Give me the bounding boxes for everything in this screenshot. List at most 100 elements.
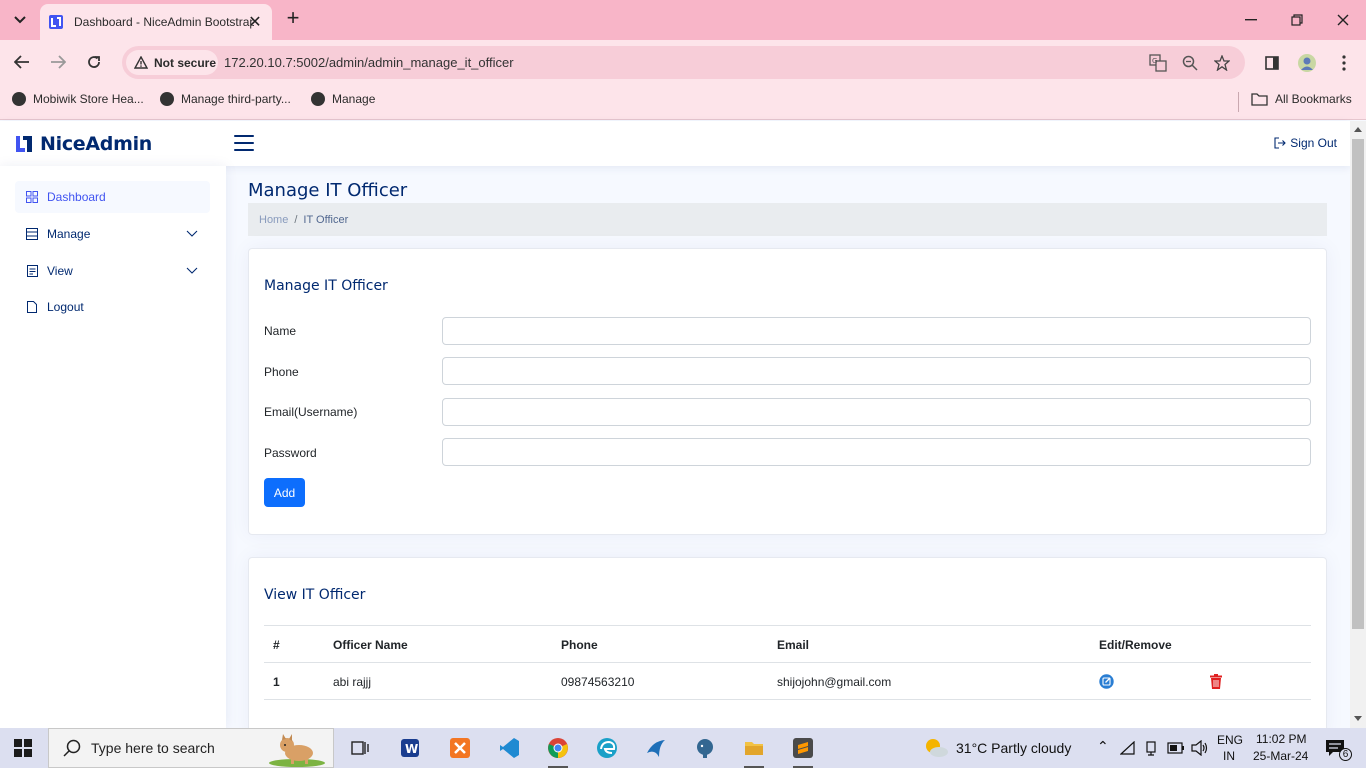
scroll-thumb[interactable] [1352, 139, 1364, 629]
phone-label: Phone [264, 365, 299, 379]
zoom-icon[interactable] [1180, 53, 1200, 73]
url-text[interactable]: 172.20.10.7:5002/admin/admin_manage_it_o… [224, 55, 514, 70]
breadcrumb-home-link[interactable]: Home [259, 214, 288, 226]
tray-chevron-up-icon[interactable]: ⌃ [1097, 738, 1109, 755]
sidebar-item-logout[interactable]: Logout [15, 291, 210, 323]
reload-button[interactable] [82, 50, 106, 74]
address-bar[interactable]: Not secure 172.20.10.7:5002/admin/admin_… [122, 46, 1245, 79]
breadcrumb-separator: / [294, 213, 298, 226]
security-label: Not secure [154, 55, 217, 70]
officer-email: shijojohn@gmail.com [777, 675, 892, 689]
bookmark-item[interactable]: Manage third-party... [160, 92, 291, 106]
column-header: Email [777, 638, 810, 652]
sublime-text-app-icon[interactable] [789, 734, 817, 768]
search-placeholder: Type here to search [91, 740, 215, 756]
profile-avatar[interactable] [1296, 52, 1318, 74]
toggle-sidebar-icon[interactable] [234, 135, 254, 153]
scroll-up-icon[interactable] [1354, 127, 1362, 132]
password-field[interactable] [442, 438, 1311, 466]
name-field[interactable] [442, 317, 1311, 345]
side-panel-icon[interactable] [1261, 52, 1283, 74]
language-indicator[interactable]: ENG [1217, 733, 1243, 747]
taskbar-search-input[interactable]: Type here to search [48, 728, 334, 768]
windows-start-icon[interactable] [14, 739, 32, 757]
sidebar: Dashboard Manage View Logout [0, 166, 226, 728]
edge-app-icon[interactable] [593, 734, 621, 762]
edit-icon[interactable] [1099, 674, 1114, 692]
bookmark-label: Mobiwik Store Hea... [33, 92, 144, 106]
browser-tab[interactable]: Dashboard - NiceAdmin Bootstrap ✕ [40, 4, 272, 40]
sidebar-item-label: View [47, 264, 73, 278]
officer-phone: 09874563210 [561, 675, 635, 689]
globe-icon [311, 92, 325, 106]
bookmark-item[interactable]: Manage [311, 92, 375, 106]
task-view-icon[interactable] [346, 734, 374, 762]
bookmark-star-icon[interactable] [1212, 53, 1232, 73]
search-icon [63, 739, 81, 757]
table-row: 1 abi rajjj 09874563210 shijojohn@gmail.… [264, 663, 1311, 700]
file-explorer-app-icon[interactable] [740, 734, 768, 768]
browser-toolbar: Not secure 172.20.10.7:5002/admin/admin_… [0, 40, 1366, 84]
column-header: Edit/Remove [1099, 638, 1172, 652]
email-field[interactable] [442, 398, 1311, 426]
bookmarks-bar: Mobiwik Store Hea... Manage third-party.… [0, 84, 1366, 120]
xampp-app-icon[interactable] [446, 734, 474, 762]
vscode-app-icon[interactable] [495, 734, 523, 762]
weather-text[interactable]: 31°C Partly cloudy [956, 740, 1071, 756]
security-chip[interactable]: Not secure [126, 50, 218, 75]
volume-icon[interactable] [1191, 740, 1209, 756]
niceadmin-favicon-icon [49, 15, 63, 29]
all-bookmarks-button[interactable]: All Bookmarks [1251, 92, 1352, 106]
add-button[interactable]: Add [264, 478, 305, 507]
sign-out-link[interactable]: Sign Out [1274, 136, 1337, 150]
translate-icon[interactable]: G [1148, 53, 1168, 73]
globe-icon [160, 92, 174, 106]
phone-field[interactable] [442, 357, 1311, 385]
mysql-workbench-app-icon[interactable] [642, 734, 670, 762]
chrome-app-icon[interactable] [544, 734, 572, 768]
tab-close-icon[interactable]: ✕ [246, 13, 264, 31]
chevron-down-icon [186, 267, 198, 274]
chevron-down-icon [186, 230, 198, 237]
officer-name: abi rajjj [333, 675, 372, 689]
app-header: NiceAdmin Sign Out [0, 121, 1350, 166]
bookmark-label: Manage third-party... [181, 92, 291, 106]
network-icon[interactable] [1120, 741, 1136, 755]
logo[interactable]: NiceAdmin [14, 133, 152, 155]
table-header: # Officer Name Phone Email Edit/Remove [264, 625, 1311, 663]
word-app-icon[interactable]: W [396, 734, 424, 762]
manage-officer-card: Manage IT Officer Name Phone Email(Usern… [248, 248, 1327, 535]
page-scrollbar[interactable] [1350, 121, 1366, 728]
sidebar-item-dashboard[interactable]: Dashboard [15, 181, 210, 213]
windows-taskbar: Type here to search W 31°C Partly cloudy… [0, 728, 1366, 768]
breadcrumb: Home / IT Officer [248, 203, 1327, 236]
minimize-button[interactable] [1236, 8, 1266, 32]
postgresql-app-icon[interactable] [691, 734, 719, 762]
sidebar-item-view[interactable]: View [15, 255, 210, 287]
file-icon [25, 300, 39, 314]
sign-out-label: Sign Out [1290, 136, 1337, 150]
forward-button[interactable] [46, 50, 70, 74]
partly-cloudy-icon [926, 739, 948, 757]
back-button[interactable] [10, 50, 34, 74]
name-label: Name [264, 324, 297, 338]
browser-menu-icon[interactable] [1333, 52, 1355, 74]
warning-icon [134, 56, 148, 69]
notification-count-badge: 6 [1339, 748, 1352, 761]
column-header: Phone [561, 638, 598, 652]
svg-text:G: G [1152, 57, 1157, 65]
close-window-button[interactable] [1328, 8, 1358, 32]
meet-icon[interactable] [1144, 740, 1160, 756]
trash-icon[interactable] [1210, 674, 1222, 692]
sidebar-item-manage[interactable]: Manage [15, 218, 210, 250]
card-title: View IT Officer [264, 587, 366, 603]
menu-list-icon [25, 227, 39, 241]
battery-icon[interactable] [1167, 742, 1185, 754]
new-tab-button[interactable]: + [282, 7, 304, 30]
tab-search-button[interactable] [8, 8, 32, 32]
clock-time[interactable]: 11:02 PM [1256, 732, 1306, 746]
column-header: Officer Name [333, 638, 408, 652]
bookmark-item[interactable]: Mobiwik Store Hea... [12, 92, 144, 106]
scroll-down-icon[interactable] [1354, 716, 1362, 721]
restore-button[interactable] [1282, 8, 1312, 32]
